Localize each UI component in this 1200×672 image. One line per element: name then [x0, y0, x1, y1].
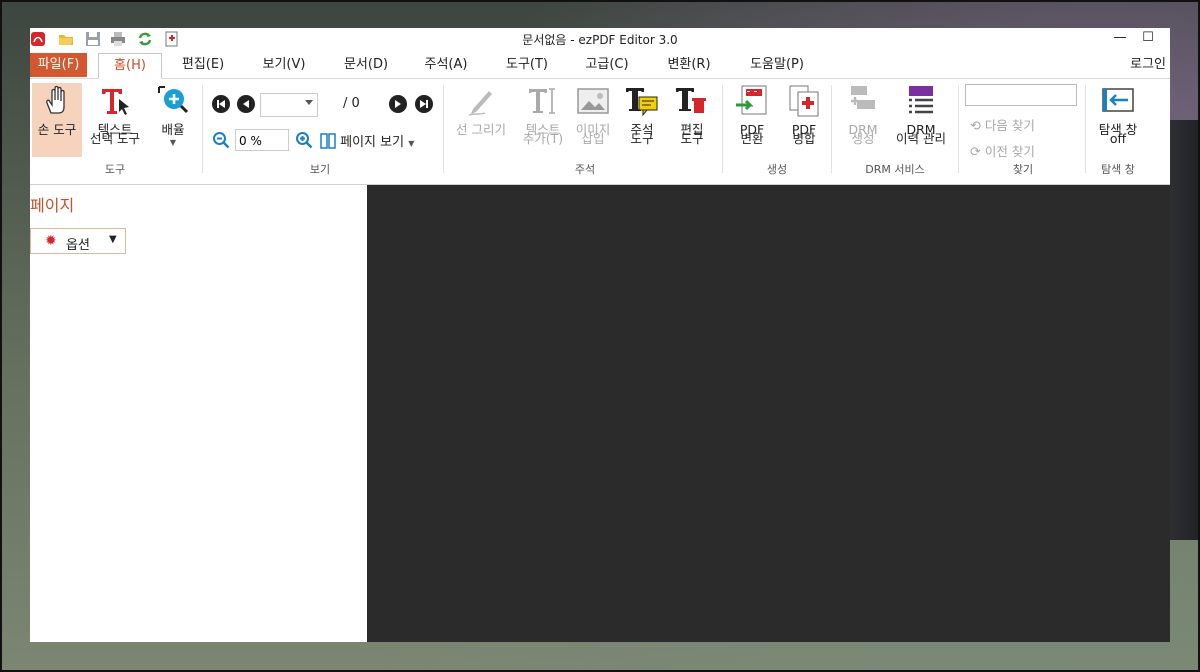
- draw-line-button[interactable]: 선 그리기: [450, 83, 512, 136]
- insert-image-button[interactable]: 이미지 삽입: [570, 83, 616, 145]
- add-text-label-2: 추가(T): [522, 131, 564, 146]
- tab-convert[interactable]: 변환(R): [658, 53, 720, 77]
- page-view-button[interactable]: 페이지 보기 ▼: [320, 131, 414, 150]
- find-prev-label: 이전 찾기: [984, 144, 1035, 159]
- maximize-button[interactable]: ☐: [1136, 30, 1160, 48]
- tab-advanced[interactable]: 고급(C): [576, 53, 638, 77]
- text-add-icon: [529, 88, 555, 114]
- login-link[interactable]: 로그인: [1130, 53, 1166, 77]
- options-button[interactable]: ✹ 옵션 ▼: [30, 228, 126, 254]
- drm-create-label-2: 생성: [851, 131, 875, 146]
- chevron-down-icon: ▼: [408, 139, 415, 148]
- pen-icon: [468, 91, 492, 116]
- tab-view[interactable]: 보기(V): [253, 53, 315, 77]
- text-select-tool-button[interactable]: 텍스트 선택 도구: [82, 83, 148, 145]
- edit-tool-button[interactable]: 편집 도구: [668, 83, 716, 145]
- next-page-icon[interactable]: [389, 95, 407, 113]
- pdf-convert-label-2: 변환: [740, 131, 764, 146]
- page-view-label: 페이지 보기: [340, 135, 405, 150]
- annotation-tool-label-2: 도구: [630, 131, 654, 146]
- edit-tool-icon: [676, 88, 706, 113]
- edit-tool-label-2: 도구: [680, 131, 704, 146]
- text-select-label-2: 선택 도구: [90, 131, 140, 146]
- zoom-input[interactable]: 0 %: [235, 129, 289, 151]
- zoom-tool-label: 배율: [161, 122, 185, 137]
- ribbon-separator: [722, 85, 723, 173]
- hand-icon: [46, 85, 65, 114]
- zoom-out-icon[interactable]: [212, 131, 230, 149]
- text-select-icon: [102, 89, 129, 115]
- group-label-drm: DRM 서비스: [865, 163, 925, 176]
- ribbon-separator: [202, 85, 203, 173]
- ribbon-separator: [443, 85, 444, 173]
- ribbon: 손 도구 텍스트 선택 도구 배율 ▼ 도구 / 0 0 % 페이지 보기 ▼ …: [30, 79, 1170, 185]
- find-prev-button[interactable]: ⟳ 이전 찾기: [970, 141, 1035, 160]
- prev-page-icon[interactable]: [237, 95, 255, 113]
- document-viewer[interactable]: [367, 185, 1170, 642]
- drm-history-button[interactable]: DRM 이력 관리: [888, 83, 954, 145]
- group-label-find: 찾기: [1012, 163, 1034, 176]
- annotation-tool-icon: [626, 88, 658, 117]
- menu-bar: 파일(F) 홈(H) 편집(E) 보기(V) 문서(D) 주석(A) 도구(T)…: [30, 52, 1170, 79]
- group-label-annotate: 주석: [574, 163, 596, 176]
- pdf-convert-icon: [736, 85, 767, 115]
- find-next-icon: ⟲: [970, 119, 981, 134]
- chevron-down-icon: [305, 100, 313, 105]
- find-next-button[interactable]: ⟲ 다음 찾기: [970, 115, 1035, 134]
- nav-pane-button[interactable]: 탐색 창 off: [1090, 83, 1146, 145]
- group-label-tools: 도구: [104, 163, 126, 176]
- drm-create-icon: [851, 86, 875, 109]
- page-number-input[interactable]: [260, 93, 318, 117]
- chevron-down-icon: ▼: [109, 234, 117, 245]
- tab-help[interactable]: 도움말(P): [738, 53, 816, 77]
- search-input[interactable]: [965, 84, 1077, 106]
- group-label-nav-pane: 탐색 창: [1101, 163, 1135, 176]
- tab-document[interactable]: 문서(D): [334, 53, 398, 77]
- tab-edit[interactable]: 편집(E): [172, 53, 234, 77]
- tab-tools[interactable]: 도구(T): [496, 53, 558, 77]
- pdf-convert-button[interactable]: PDF 변환: [728, 83, 776, 145]
- pages-panel: 페이지 ✹ 옵션 ▼: [30, 185, 367, 642]
- first-page-icon[interactable]: [212, 95, 230, 113]
- group-label-view: 보기: [309, 163, 331, 176]
- find-prev-icon: ⟳: [970, 145, 981, 160]
- page-view-icon: [320, 133, 336, 149]
- image-icon: [577, 88, 609, 114]
- window-title: 문서없음 - ezPDF Editor 3.0: [522, 33, 678, 47]
- hand-tool-button[interactable]: 손 도구: [32, 83, 82, 136]
- nav-pane-icon: [1102, 88, 1134, 112]
- options-label: 옵션: [66, 238, 90, 253]
- drm-history-label-2: 이력 관리: [896, 131, 946, 146]
- pdf-merge-icon: [789, 85, 819, 117]
- find-next-label: 다음 찾기: [984, 118, 1035, 133]
- minimize-button[interactable]: —: [1108, 30, 1132, 48]
- chevron-down-icon: ▼: [169, 138, 177, 147]
- title-bar: 문서없음 - ezPDF Editor 3.0 — ☐: [30, 28, 1170, 50]
- pdf-merge-button[interactable]: PDF 병합: [780, 83, 828, 145]
- zoom-in-icon[interactable]: [295, 131, 313, 149]
- hand-tool-label: 손 도구: [37, 122, 77, 137]
- tab-home[interactable]: 홈(H): [98, 53, 162, 79]
- gear-icon: ✹: [45, 233, 57, 249]
- ribbon-separator: [1085, 85, 1086, 173]
- add-text-button[interactable]: 텍스트 추가(T): [516, 83, 570, 145]
- zoom-icon: [158, 86, 189, 114]
- annotation-tool-button[interactable]: 주석 도구: [618, 83, 666, 145]
- pdf-merge-label-2: 병합: [792, 131, 816, 146]
- page-total: / 0: [343, 96, 360, 111]
- panel-title: 페이지: [30, 196, 75, 215]
- drm-create-button[interactable]: DRM 생성: [838, 83, 888, 145]
- draw-line-label: 선 그리기: [456, 122, 506, 137]
- last-page-icon[interactable]: [415, 95, 433, 113]
- tab-annotation[interactable]: 주석(A): [414, 53, 478, 77]
- app-window: 문서없음 - ezPDF Editor 3.0 — ☐ 파일(F) 홈(H) 편…: [30, 28, 1170, 642]
- drm-history-icon: [909, 86, 933, 114]
- ribbon-separator: [958, 85, 959, 173]
- file-menu[interactable]: 파일(F): [30, 53, 87, 77]
- ribbon-separator: [831, 85, 832, 173]
- zoom-tool-button[interactable]: 배율 ▼: [148, 83, 198, 149]
- group-label-create: 생성: [766, 163, 788, 176]
